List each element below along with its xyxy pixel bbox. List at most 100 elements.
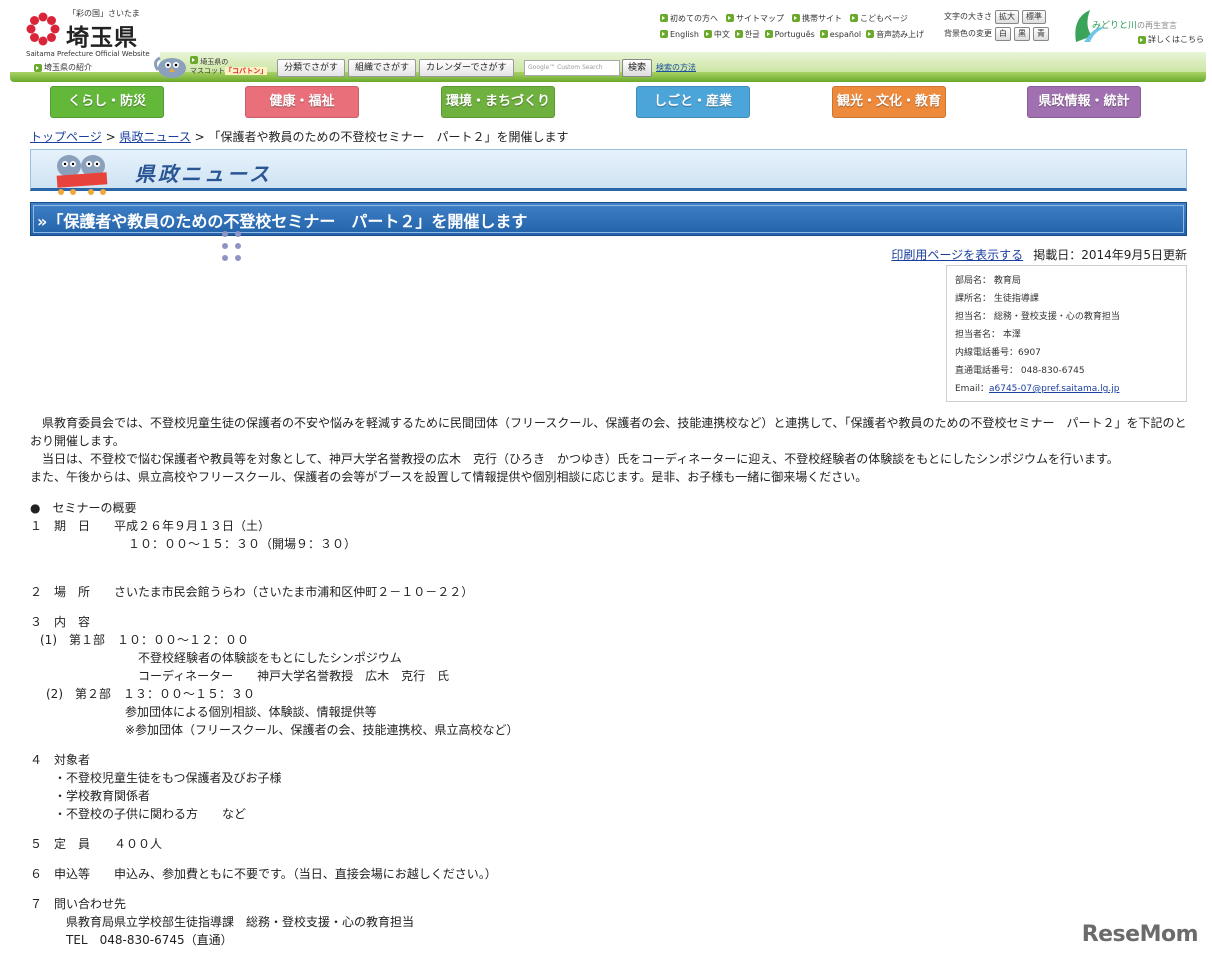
arrow-bullet-icon <box>764 30 773 38</box>
contact-section: 担当名： 総務・登校支援・心の教育担当 <box>955 312 1120 322</box>
item-part2: (2) 第２部 １３：００～１５：３０ <box>46 687 255 701</box>
item-part2-desc: 参加団体による個別相談、体験談、情報提供等 <box>125 705 377 719</box>
contact-email-link[interactable]: a6745-07@pref.saitama.lg.jp <box>989 384 1119 394</box>
arrow-bullet-icon <box>660 30 668 38</box>
intro-link-label: 埼玉県の紹介 <box>44 63 92 72</box>
posted-date: 掲載日：2014年9月5日更新 <box>1033 248 1187 262</box>
breadcrumb-current: 「保護者や教員のための不登校セミナー パート２」を開催します <box>208 130 569 144</box>
search-help-link[interactable]: 検索の方法 <box>656 62 696 73</box>
logo-name: 埼玉県 <box>66 25 138 51</box>
item-target-heading: ４ 対象者 <box>30 753 91 767</box>
link-spanish[interactable]: español <box>819 30 861 39</box>
font-enlarge-button[interactable]: 拡大 <box>995 9 1019 24</box>
article-body: 県教育委員会では、不登校児童生徒の保護者の不安や悩みを軽減するために民間団体（フ… <box>30 414 1190 486</box>
logo-english: Saitama Prefecture Official Website <box>26 50 150 58</box>
link-chinese[interactable]: 中文 <box>703 29 730 40</box>
midori-campaign-text: みどりと川の再生宣言 <box>1092 21 1178 31</box>
item-target-parents: ・不登校児童生徒をもつ保護者及びお子様 <box>54 771 282 785</box>
bg-black-button[interactable]: 黒 <box>1014 26 1030 41</box>
link-portuguese[interactable]: Português <box>764 30 815 39</box>
print-page-link[interactable]: 印刷用ページを表示する <box>891 248 1023 262</box>
link-english[interactable]: English <box>660 30 699 39</box>
mascot-label-line2: マスコット「コバトン」 <box>190 67 268 75</box>
item-target-educators: ・学校教育関係者 <box>54 789 151 803</box>
selection-handles-icon <box>222 231 241 261</box>
link-korean[interactable]: 한글 <box>734 29 760 40</box>
contact-extension: 内線電話番号：6907 <box>955 348 1041 358</box>
bg-blue-button[interactable]: 青 <box>1033 26 1049 41</box>
breadcrumb-separator: > <box>101 130 120 144</box>
item-inquiry-office: 県教育局県立学校部生徒指導課 総務・登校支援・心の教育担当 <box>66 915 415 929</box>
contact-email-row: Email：a6745-07@pref.saitama.lg.jp <box>955 380 1178 398</box>
item-application: ６ 申込等 申込み、参加費ともに不要です。（当日、直接会場にお越しください。） <box>30 867 497 881</box>
arrow-bullet-icon <box>792 14 800 22</box>
prefecture-intro-link[interactable]: 埼玉県の紹介 <box>34 62 92 73</box>
item-inquiry-heading: ７ 問い合わせ先 <box>30 897 127 911</box>
contact-info-box: 部局名： 教育局 課所名： 生徒指導課 担当名： 総務・登校支援・心の教育担当 … <box>946 265 1187 402</box>
arrow-bullet-icon <box>34 63 42 72</box>
arrow-bullet-icon <box>726 14 734 22</box>
breadcrumb-separator: > <box>190 130 209 144</box>
category-tourism-culture-education[interactable]: 観光・文化・教育 <box>832 86 946 118</box>
category-nav: くらし・防災 健康・福祉 環境・まちづくり しごと・産業 観光・文化・教育 県政… <box>0 84 1212 120</box>
category-environment[interactable]: 環境・まちづくり <box>441 86 555 118</box>
item-capacity: ５ 定 員 ４００人 <box>30 837 163 851</box>
afternoon-paragraph: また、午後からは、県立高校やフリースクール、保護者の会等がブースを設置して情報提… <box>30 470 868 484</box>
resemom-watermark: ReseMom <box>1081 922 1199 947</box>
breadcrumb-news-link[interactable]: 県政ニュース <box>119 130 190 144</box>
event-paragraph: 当日は、不登校で悩む保護者や教員等を対象として、神戸大学名誉教授の広木 克行（ひ… <box>30 452 1119 466</box>
site-search-button[interactable]: 検索 <box>622 59 653 77</box>
item-inquiry-phone: TEL 048-830-6745（直通） <box>66 933 233 947</box>
link-mobile-site[interactable]: 携帯サイト <box>792 13 842 24</box>
item-date: １ 期 日 平成２６年９月１３日（土） <box>30 519 271 533</box>
arrow-bullet-icon <box>866 30 875 38</box>
site-search-input[interactable]: Google™ Custom Search <box>524 60 620 76</box>
arrow-bullet-icon <box>703 30 712 38</box>
item-part1-desc: 不登校経験者の体験談をもとにしたシンポジウム <box>138 651 402 665</box>
item-part2-groups: ※参加団体（フリースクール、保護者の会、技能連携校、県立高校など） <box>125 723 519 737</box>
category-work-industry[interactable]: しごと・産業 <box>636 86 750 118</box>
bg-color-label: 背景色の変更 <box>944 29 992 38</box>
page-title: »「保護者や教員のための不登校セミナー パート２」を開催します <box>37 212 528 231</box>
arrow-bullet-icon <box>850 14 858 22</box>
mascot-label[interactable]: 埼玉県の マスコット「コバトン」 <box>190 56 268 76</box>
category-life-disaster[interactable]: くらし・防災 <box>50 86 164 118</box>
arrow-bullet-icon <box>1138 35 1146 44</box>
arrow-bullet-icon <box>819 30 828 38</box>
link-sitemap[interactable]: サイトマップ <box>726 13 784 24</box>
intro-paragraph: 県教育委員会では、不登校児童生徒の保護者の不安や悩みを軽減するために民間団体（フ… <box>30 416 1187 448</box>
section-banner: 県政ニュース <box>30 149 1187 195</box>
contact-department: 部局名： 教育局 <box>955 276 1021 286</box>
link-first-time[interactable]: 初めての方へ <box>660 13 718 24</box>
arrow-bullet-icon <box>734 30 743 38</box>
display-controls: 文字の大きさ 拡大 標準 背景色の変更 白 黒 青 <box>944 8 1049 42</box>
search-by-organization-button[interactable]: 組織でさがす <box>348 59 417 77</box>
font-standard-button[interactable]: 標準 <box>1022 9 1046 24</box>
item-venue: ２ 場 所 さいたま市民会館うらわ（さいたま市浦和区仲町２－１０－２２） <box>30 585 474 599</box>
page-meta: 印刷用ページを表示する 掲載日：2014年9月5日更新 <box>891 246 1187 263</box>
breadcrumb: トップページ > 県政ニュース > 「保護者や教員のための不登校セミナー パート… <box>30 128 569 145</box>
item-part1-coordinator: コーディネーター 神戸大学名誉教授 広木 克行 氏 <box>138 669 450 683</box>
item-content-heading: ３ 内 容 <box>30 615 91 629</box>
item-target-others: ・不登校の子供に関わる方 など <box>54 807 247 821</box>
section-title: 県政ニュース <box>135 162 272 186</box>
search-by-calendar-button[interactable]: カレンダーでさがす <box>419 59 514 77</box>
contact-direct-phone: 直通電話番号： 048-830-6745 <box>955 366 1085 376</box>
link-text-to-speech[interactable]: 音声読み上げ <box>866 29 924 40</box>
breadcrumb-home-link[interactable]: トップページ <box>30 130 102 144</box>
contact-division: 課所名： 生徒指導課 <box>955 294 1039 304</box>
search-buttons: 分類でさがす 組織でさがす カレンダーでさがす <box>277 59 514 77</box>
midori-detail-link[interactable]: 詳しくはこちら <box>1138 34 1204 45</box>
outline-heading: ● セミナーの概要 <box>30 501 137 515</box>
contact-person: 担当者名： 本澤 <box>955 330 1021 340</box>
item-time: １０：００～１５：３０（開場９：３０） <box>128 537 357 551</box>
mascot-label-line1: 埼玉県の <box>190 56 267 67</box>
arrow-bullet-icon <box>190 56 198 64</box>
link-kids-page[interactable]: こどもページ <box>850 13 908 24</box>
bg-white-button[interactable]: 白 <box>995 26 1011 41</box>
search-by-category-button[interactable]: 分類でさがす <box>277 59 346 77</box>
page-title-bar: »「保護者や教員のための不登校セミナー パート２」を開催します <box>30 202 1187 236</box>
category-government-statistics[interactable]: 県政情報・統計 <box>1027 86 1141 118</box>
category-health-welfare[interactable]: 健康・福祉 <box>245 86 359 118</box>
site-header: 「彩の国」さいたま 埼玉県 Saitama Prefecture Officia… <box>0 0 1212 82</box>
